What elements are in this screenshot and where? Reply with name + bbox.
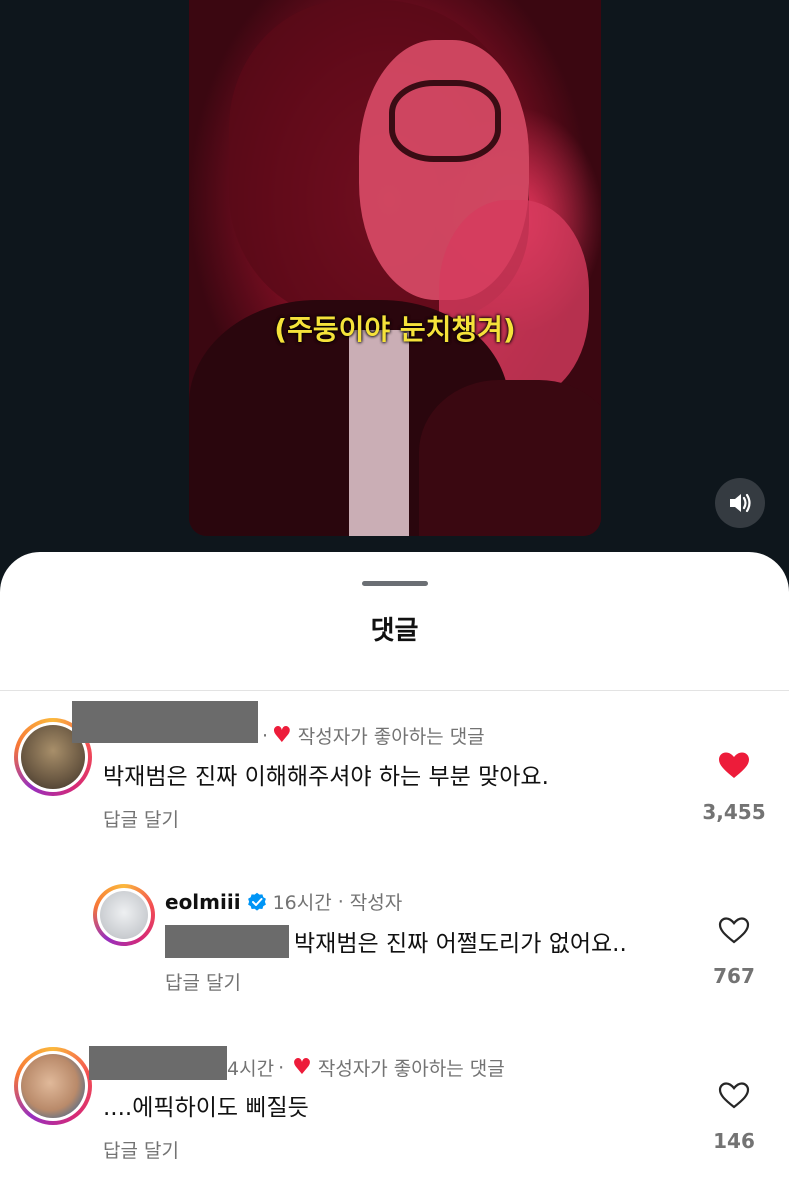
video-frame-shape (419, 380, 601, 536)
avatar-image (21, 1054, 85, 1118)
reel-video[interactable]: (주둥이야 눈치챙겨) (189, 0, 601, 536)
comment-time: 4시간 (227, 1058, 275, 1080)
speaker-icon (730, 493, 751, 513)
avatar-image (100, 891, 148, 939)
comment-meta: eolmiii 16시간 · 작성자 (165, 888, 402, 915)
comment-text: ....에픽하이도 삐질듯 (103, 1095, 309, 1121)
separator-dot: · (337, 890, 344, 913)
redacted-username (89, 1046, 227, 1080)
verified-badge-icon (247, 892, 267, 912)
comment-text: 박재범은 진짜 어쩔도리가 없어요.. (294, 931, 627, 957)
username[interactable]: eolmiii (165, 890, 241, 914)
liked-by-author-label: 작성자가 좋아하는 댓글 (297, 726, 485, 748)
like-button[interactable] (714, 912, 754, 948)
comment-text: 박재범은 진짜 이해해주셔야 하는 부분 맞아요. (103, 764, 549, 790)
like-button[interactable] (714, 1077, 754, 1113)
avatar[interactable] (14, 1047, 92, 1125)
comments-sheet: 댓글 · ♥ 작성자가 좋아하는 댓글 박재범은 진짜 이해해주셔야 하는 부분… (0, 552, 789, 1200)
heart-filled-icon (719, 752, 749, 778)
author-label: 작성자 (349, 892, 403, 914)
comment-meta: 4시간 · ♥ 작성자가 좋아하는 댓글 (227, 1054, 505, 1081)
divider (0, 690, 789, 691)
like-count: 767 (713, 964, 755, 988)
sound-toggle-button[interactable] (715, 478, 765, 528)
video-frame-shape (389, 80, 501, 162)
separator-dot: · (278, 1056, 285, 1079)
reply-button[interactable]: 답글 달기 (103, 805, 179, 832)
like-count: 3,455 (702, 800, 766, 824)
separator-dot: · (262, 724, 269, 747)
sheet-drag-handle[interactable] (362, 581, 428, 586)
like-count: 146 (713, 1129, 755, 1153)
video-caption: (주둥이야 눈치챙겨) (274, 313, 516, 346)
like-button[interactable] (714, 747, 754, 783)
video-frame-shape (349, 330, 409, 536)
liked-by-author-label: 작성자가 좋아하는 댓글 (317, 1058, 505, 1080)
screen: (주둥이야 눈치챙겨) 댓글 · ♥ 작성자가 좋아하는 댓글 박재범은 진짜 … (0, 0, 789, 1200)
comment-time: 16시간 (272, 892, 332, 914)
heart-icon: ♥ (292, 1055, 312, 1080)
sheet-title: 댓글 (370, 616, 419, 646)
heart-outline-icon (718, 917, 750, 944)
redacted-mention (165, 925, 289, 958)
avatar[interactable] (93, 884, 155, 946)
comment-meta: · ♥ 작성자가 좋아하는 댓글 (262, 722, 485, 749)
heart-outline-icon (718, 1082, 750, 1109)
reply-button[interactable]: 답글 달기 (103, 1136, 179, 1163)
reply-button[interactable]: 답글 달기 (165, 968, 241, 995)
heart-icon: ♥ (272, 723, 292, 748)
redacted-username (72, 701, 258, 743)
